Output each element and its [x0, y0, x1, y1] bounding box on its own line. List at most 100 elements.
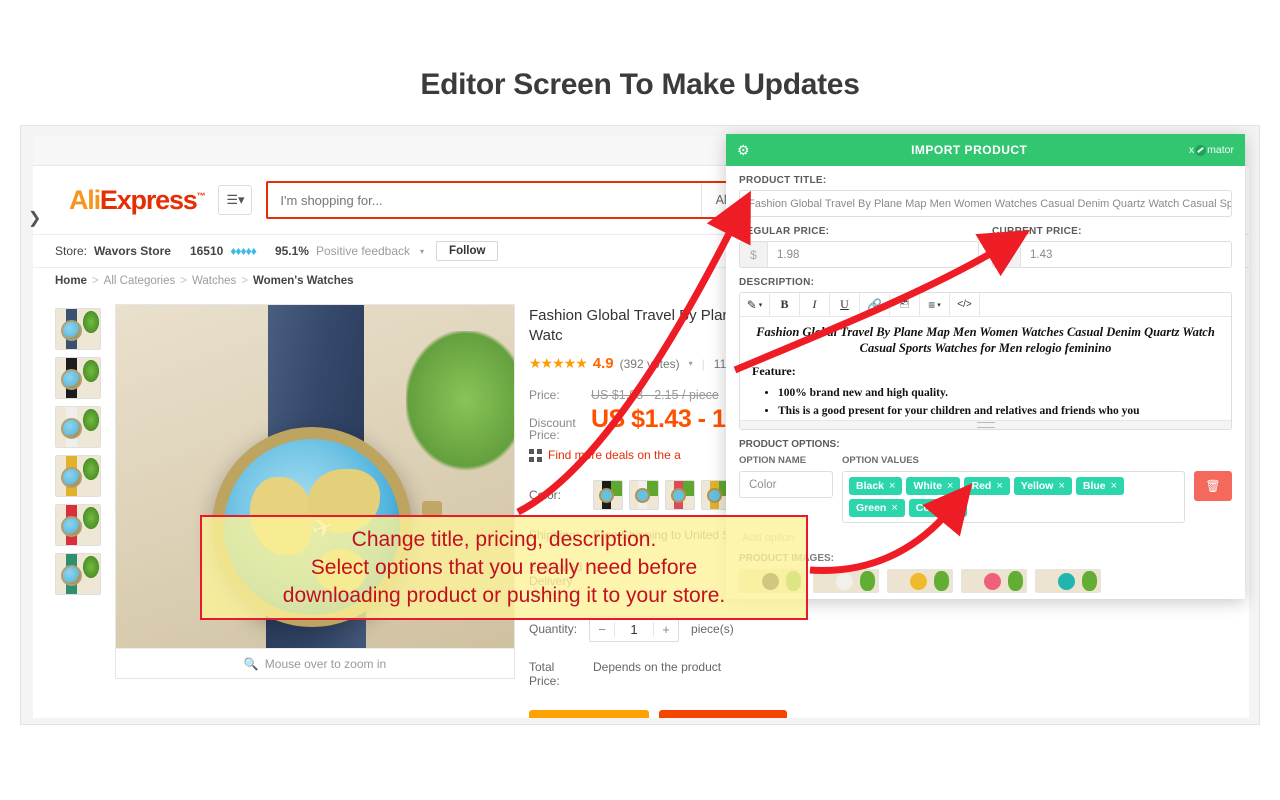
- total-price-label: Total Price:: [529, 660, 560, 688]
- quantity-decrement[interactable]: −: [590, 622, 614, 637]
- option-tag-black[interactable]: Black ×: [849, 477, 903, 495]
- breadcrumb-home[interactable]: Home: [55, 275, 87, 287]
- description-block: DESCRIPTION: ✎ ▾ B I U 🔗 🖻 ≡ ▾ </> Fashion…: [739, 277, 1232, 430]
- store-score: 16510: [189, 244, 224, 258]
- modal-title: IMPORT PRODUCT: [911, 143, 1028, 157]
- chevron-down-icon[interactable]: ▾: [420, 247, 424, 256]
- currency-symbol: $: [993, 242, 1021, 267]
- product-title-label: PRODUCT TITLE:: [739, 175, 827, 186]
- option-tag-blue[interactable]: Blue ×: [1075, 477, 1125, 495]
- description-bullets: 100% brand new and high quality. This is…: [778, 384, 1219, 420]
- add-option-button[interactable]: Add option: [739, 532, 1232, 544]
- logo-part-express: Express: [99, 184, 198, 215]
- thumbnail-red[interactable]: [55, 504, 101, 546]
- product-title-input[interactable]: Fashion Global Travel By Plane Map Men W…: [739, 190, 1232, 217]
- swatch-red[interactable]: [665, 480, 695, 510]
- description-editor: ✎ ▾ B I U 🔗 🖻 ≡ ▾ </> Fashion Global Trave…: [739, 292, 1232, 430]
- quantity-unit: piece(s): [691, 622, 734, 636]
- regular-price-input[interactable]: 1.98: [768, 242, 978, 267]
- description-label: DESCRIPTION:: [739, 277, 815, 288]
- product-images-label: PRODUCT IMAGES:: [739, 553, 834, 564]
- color-swatches: [593, 480, 731, 510]
- color-label: Color:: [529, 488, 562, 502]
- follow-button[interactable]: Follow: [436, 241, 499, 261]
- callout-line-3: downloading product or pushing it to you…: [282, 583, 726, 607]
- swatch-black[interactable]: [593, 480, 623, 510]
- store-label: Store:: [55, 244, 88, 258]
- option-tag-yellow[interactable]: Yellow ×: [1013, 477, 1072, 495]
- thumbnail-black[interactable]: [55, 357, 101, 399]
- thumbnail-yellow[interactable]: [55, 455, 101, 497]
- image-icon[interactable]: 🖻: [890, 293, 920, 316]
- brand-logo: x mator: [1189, 144, 1234, 156]
- current-price-input[interactable]: 1.43: [1021, 242, 1231, 267]
- breadcrumb-watches[interactable]: Watches: [192, 275, 236, 287]
- list-item: 100% brand new and high quality.: [778, 384, 1219, 402]
- bold-button[interactable]: B: [770, 293, 800, 316]
- align-icon[interactable]: ≡ ▾: [920, 293, 950, 316]
- aliexpress-logo[interactable]: AliExpress™: [69, 184, 206, 216]
- close-icon[interactable]: ×: [996, 480, 1002, 492]
- product-image-pink[interactable]: [961, 569, 1027, 593]
- close-icon[interactable]: ×: [953, 502, 959, 514]
- option-name-input[interactable]: Color: [739, 471, 833, 498]
- page-title: Editor Screen To Make Updates: [420, 68, 860, 101]
- option-values-input[interactable]: Black × White × Red × Yellow × Blue × Green × …: [842, 471, 1185, 523]
- underline-button[interactable]: U: [830, 293, 860, 316]
- option-tag-white[interactable]: White ×: [906, 477, 961, 495]
- description-content[interactable]: Fashion Global Travel By Plane Map Men W…: [740, 317, 1231, 429]
- thumbnail-white[interactable]: [55, 406, 101, 448]
- screenshot-frame: Buyer Protection Help▾ 📱 S AliExpress™ ☰…: [20, 125, 1260, 725]
- brand-orb-icon: [1195, 144, 1207, 156]
- product-image-teal[interactable]: [1035, 569, 1101, 593]
- qr-code-icon: [529, 448, 542, 462]
- option-tag-green[interactable]: Green ×: [849, 499, 905, 517]
- close-icon[interactable]: ×: [891, 502, 897, 514]
- description-prev-arrow[interactable]: ❯: [28, 208, 41, 228]
- italic-button[interactable]: I: [800, 293, 830, 316]
- zoom-hint: 🔍 Mouse over to zoom in: [116, 648, 514, 678]
- product-image-white[interactable]: [813, 569, 879, 593]
- swatch-white[interactable]: [629, 480, 659, 510]
- delete-option-button[interactable]: 🗑: [1194, 471, 1232, 501]
- option-tag-coffee[interactable]: Coffee ×: [908, 499, 967, 517]
- main-product-image[interactable]: ✈ 🔍 Mouse over to zoom in: [115, 304, 515, 679]
- editor-resize-handle[interactable]: [740, 420, 1231, 429]
- menu-icon[interactable]: ☰▾: [218, 185, 253, 215]
- close-icon[interactable]: ×: [1111, 480, 1117, 492]
- tag-label: Coffee: [915, 502, 949, 514]
- list-item: This is a good present for your children…: [778, 402, 1219, 420]
- editor-toolbar: ✎ ▾ B I U 🔗 🖻 ≡ ▾ </>: [740, 293, 1231, 317]
- chevron-down-icon[interactable]: ▾: [689, 359, 693, 368]
- buy-now-button[interactable]: Buy Now: [529, 710, 649, 718]
- quantity-increment[interactable]: +: [654, 622, 678, 637]
- original-price: US $1.98 - 2.15 / piece: [591, 388, 719, 402]
- option-tag-red[interactable]: Red ×: [964, 477, 1010, 495]
- thumbnail-denim[interactable]: [55, 308, 101, 350]
- link-icon[interactable]: 🔗: [860, 293, 890, 316]
- regular-price-field: REGULAR PRICE: $ 1.98: [739, 226, 979, 268]
- total-price-row: Total Price: Depends on the product: [529, 660, 1235, 688]
- callout-line-2: Select options that you really need befo…: [310, 555, 698, 579]
- close-icon[interactable]: ×: [889, 480, 895, 492]
- close-icon[interactable]: ×: [1058, 480, 1064, 492]
- zoom-hint-label: Mouse over to zoom in: [264, 656, 387, 671]
- brand-prefix: x: [1188, 144, 1195, 156]
- cta-row: Buy Now Add to Cart: [529, 710, 1235, 718]
- tag-label: White: [913, 480, 943, 492]
- magnifier-icon: 🔍: [243, 656, 259, 671]
- close-icon[interactable]: ×: [947, 480, 953, 492]
- current-price-field: CURRENT PRICE: $ 1.43: [992, 226, 1232, 268]
- breadcrumb-all-categories[interactable]: All Categories: [104, 275, 176, 287]
- quantity-value[interactable]: 1: [614, 621, 655, 637]
- product-images-strip: [739, 569, 1232, 593]
- breadcrumb-separator: >: [91, 275, 99, 287]
- option-row: Color Black × White × Red × Yellow × Blue × G…: [739, 471, 1232, 523]
- thumbnail-multi[interactable]: [55, 553, 101, 595]
- product-image-yellow[interactable]: [887, 569, 953, 593]
- code-icon[interactable]: </>: [950, 293, 980, 316]
- search-input[interactable]: [268, 183, 701, 217]
- store-name[interactable]: Wavors Store: [94, 244, 171, 258]
- add-to-cart-button[interactable]: Add to Cart: [659, 710, 787, 718]
- magic-wand-icon[interactable]: ✎ ▾: [740, 293, 770, 316]
